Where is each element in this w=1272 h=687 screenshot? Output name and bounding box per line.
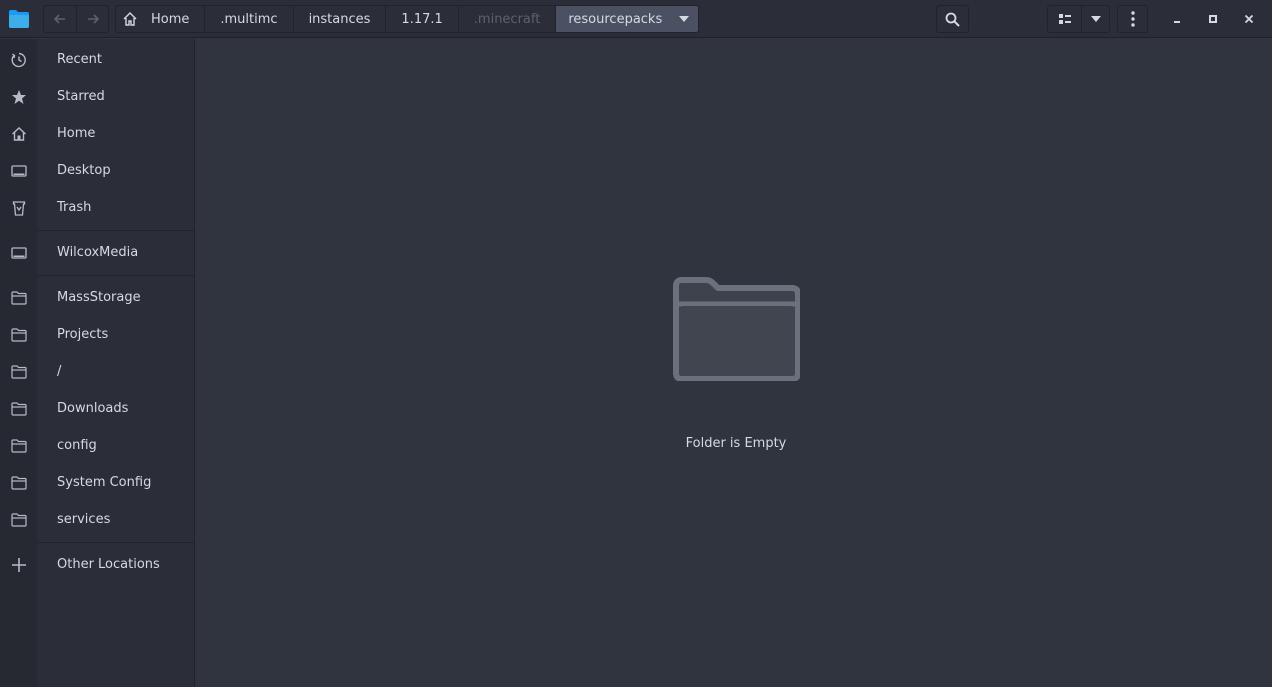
file-view[interactable]: Folder is Empty [196,39,1272,687]
crumb-version[interactable]: 1.17.1 [385,6,457,32]
desktop-icon [10,164,27,177]
minimize-button[interactable] [1167,9,1187,29]
sidebar-item-home[interactable]: Home [0,115,194,152]
minimize-icon [1174,21,1180,23]
sidebar-separator [37,542,194,543]
sidebar-item-label: Trash [57,200,92,215]
drive-icon [10,246,27,259]
sidebar-item-label: Other Locations [57,557,160,572]
navigation-buttons [43,5,109,33]
header-bar: Home .multimc instances 1.17.1 .minecraf… [0,0,1272,38]
sidebar-item-label: Downloads [57,401,129,416]
folder-icon [10,327,27,342]
sidebar-item-label: WilcoxMedia [57,245,139,260]
sidebar-separator [37,275,194,276]
close-icon [1244,14,1254,24]
arrow-left-icon [53,14,65,24]
sidebar-item-label: Recent [57,52,102,67]
crumb-label: .minecraft [473,11,541,27]
sidebar-item-label: services [57,512,111,527]
maximize-icon [1209,15,1217,23]
crumb-label: 1.17.1 [401,11,443,27]
star-icon [11,89,26,104]
sidebar-item-other-locations[interactable]: Other Locations [0,546,194,583]
search-button[interactable] [936,5,969,33]
plus-icon [11,557,26,572]
folder-icon [10,438,27,453]
crumb-minecraft[interactable]: .minecraft [457,6,556,32]
sidebar-item-projects[interactable]: Projects [0,316,194,353]
crumb-label: Home [151,11,190,27]
forward-button[interactable] [76,6,108,32]
maximize-button[interactable] [1203,9,1223,29]
folder-icon [10,401,27,416]
arrow-right-icon [87,14,99,24]
sidebar-item-downloads[interactable]: Downloads [0,390,194,427]
sidebar-item-label: Projects [57,327,109,342]
crumb-label: instances [308,11,371,27]
list-view-icon [1058,14,1071,24]
sidebar-item-config[interactable]: config [0,427,194,464]
crumb-menu-button[interactable] [670,6,698,32]
empty-folder-message: Folder is Empty [685,436,787,451]
sidebar-item-starred[interactable]: Starred [0,78,194,115]
sidebar-item-label: config [57,438,97,453]
sidebar-item-label: Desktop [57,163,111,178]
clock-icon [11,52,26,67]
home-icon [11,126,26,141]
sidebar-item-massstorage[interactable]: MassStorage [0,279,194,316]
folder-icon [10,512,27,527]
home-icon [123,12,137,26]
files-app-icon [9,10,29,28]
crumb-label: resourcepacks [568,11,663,27]
sidebar-item-root[interactable]: / [0,353,194,390]
sidebar-item-label: System Config [57,475,152,490]
sidebar-item-wilcoxmedia[interactable]: WilcoxMedia [0,234,194,271]
sidebar-item-label: / [57,364,62,379]
breadcrumb: Home .multimc instances 1.17.1 .minecraf… [115,5,700,33]
triangle-down-icon [679,16,690,22]
sidebar-separator [37,230,194,231]
crumb-instances[interactable]: instances [292,6,386,32]
sidebar-item-label: MassStorage [57,290,141,305]
sidebar-item-system-config[interactable]: System Config [0,464,194,501]
close-button[interactable] [1239,9,1259,29]
search-icon [945,12,960,27]
triangle-down-icon [1090,16,1101,22]
sidebar-item-desktop[interactable]: Desktop [0,152,194,189]
trash-icon [12,200,25,216]
crumb-label: .multimc [220,11,278,27]
view-menu-button[interactable] [1081,6,1109,32]
main-menu-button[interactable] [1117,5,1148,33]
sidebar-item-recent[interactable]: Recent [0,41,194,78]
view-options [1047,5,1110,33]
sidebar-item-label: Starred [57,89,105,104]
crumb-resourcepacks[interactable]: resourcepacks [555,6,699,32]
crumb-home[interactable]: Home [116,6,204,32]
folder-icon [10,364,27,379]
sidebar-item-trash[interactable]: Trash [0,189,194,226]
back-button[interactable] [44,6,76,32]
folder-icon [10,290,27,305]
crumb-multimc[interactable]: .multimc [204,6,292,32]
folder-icon [10,475,27,490]
sidebar-item-services[interactable]: services [0,501,194,538]
kebab-menu-icon [1130,11,1135,27]
view-toggle-button[interactable] [1048,6,1081,32]
empty-folder-icon [673,277,800,381]
sidebar-item-label: Home [57,126,96,141]
